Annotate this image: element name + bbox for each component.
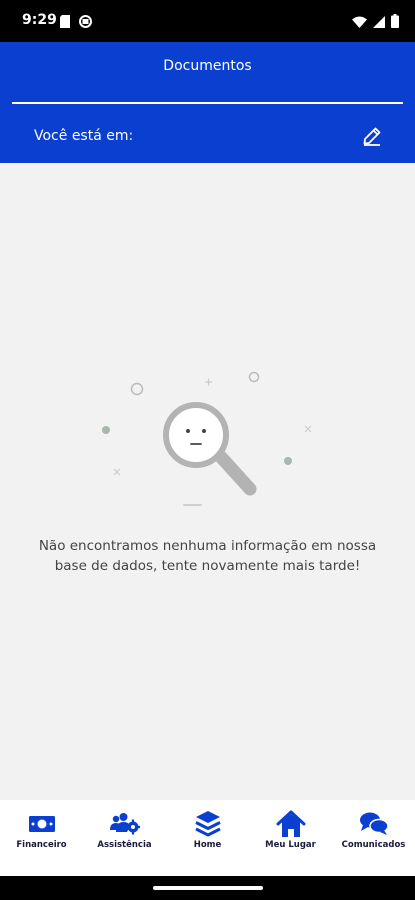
nav-item-meu-lugar[interactable]: Meu Lugar [249, 810, 332, 850]
battery-icon [391, 13, 399, 32]
content-area: Não encontramos nenhuma informação em no… [0, 163, 415, 800]
nav-item-home[interactable]: Home [166, 810, 249, 850]
nav-label: Meu Lugar [265, 840, 316, 850]
system-gesture-area [0, 876, 415, 900]
status-bar: 9:29 [0, 0, 415, 42]
house-icon [276, 810, 306, 838]
location-label: Você está em: [34, 128, 134, 144]
nav-item-comunicados[interactable]: Comunicados [332, 810, 415, 850]
app-notification-icon [79, 13, 92, 32]
status-right-icons [352, 13, 399, 32]
nav-label: Assistência [97, 840, 152, 850]
chat-bubbles-icon [359, 810, 389, 838]
edit-location-button[interactable] [358, 124, 386, 152]
status-time: 9:29 [22, 12, 57, 28]
sim-card-icon [60, 13, 70, 32]
nav-item-assistencia[interactable]: Assistência [83, 810, 166, 850]
wifi-icon [352, 13, 367, 32]
gesture-handle[interactable] [153, 886, 263, 890]
pencil-icon [362, 126, 382, 150]
empty-state-illustration [102, 371, 312, 506]
money-icon [28, 810, 56, 838]
cell-signal-icon [373, 13, 385, 32]
nav-label: Financeiro [16, 840, 67, 850]
header-divider [12, 102, 403, 104]
header: Documentos Você está em: [0, 42, 415, 163]
bottom-nav: Financeiro Assistência Home Meu Lugar Co… [0, 800, 415, 876]
nav-item-financeiro[interactable]: Financeiro [0, 810, 83, 850]
people-gear-icon [109, 810, 140, 838]
nav-label: Home [193, 840, 222, 850]
empty-state-message: Não encontramos nenhuma informação em no… [38, 538, 377, 574]
status-left-icons [60, 13, 92, 32]
layers-icon [194, 810, 221, 838]
nav-label: Comunicados [341, 840, 406, 850]
page-title: Documentos [163, 58, 252, 74]
